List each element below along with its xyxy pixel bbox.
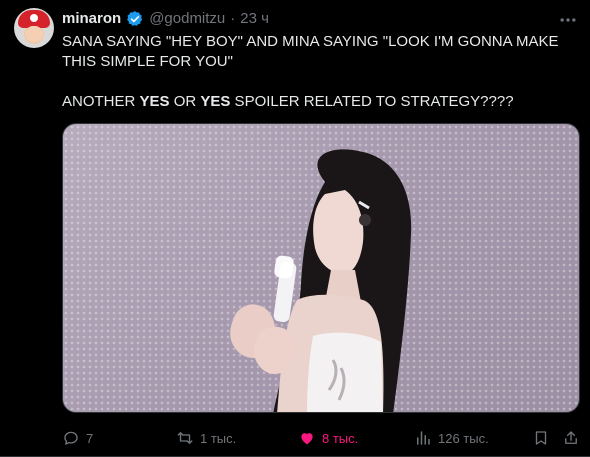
more-horizontal-icon[interactable]: [558, 10, 578, 33]
text-bold-yes-2: YES: [200, 93, 231, 110]
avatar[interactable]: [14, 8, 54, 48]
text-segment: SPOILER RELATED TO STRATEGY????: [230, 93, 514, 110]
separator-dot: ·: [230, 10, 236, 27]
avatar-face: [25, 26, 43, 42]
media-image[interactable]: [62, 123, 580, 413]
repost-button[interactable]: 1 тыс.: [176, 428, 236, 448]
text-segment: ANOTHER: [62, 93, 140, 110]
photo-performer-on-stage: [230, 149, 412, 412]
reply-icon: [64, 431, 78, 445]
like-button[interactable]: 8 тыс.: [298, 428, 358, 448]
tweet-text: SANA SAYING "HEY BOY" AND MINA SAYING "L…: [62, 32, 577, 112]
text-bold-yes-1: YES: [139, 93, 170, 110]
verified-badge-icon: [126, 10, 144, 28]
author-handle[interactable]: @godmitzu: [149, 9, 225, 29]
share-button[interactable]: [562, 428, 580, 448]
views-count: 126 тыс.: [438, 430, 489, 446]
tweet[interactable]: minaron @godmitzu · 23 ч SANA SAYING "HE…: [0, 0, 590, 457]
views-button[interactable]: 126 тыс.: [414, 428, 489, 448]
tweet-text-line-2: ANOTHER YES OR YES SPOILER RELATED TO ST…: [62, 92, 577, 112]
bookmark-button[interactable]: [532, 428, 550, 448]
post-time[interactable]: 23 ч: [240, 9, 269, 29]
share-icon: [565, 431, 577, 444]
reply-button[interactable]: 7: [62, 428, 93, 448]
tweet-header: minaron @godmitzu · 23 ч: [62, 9, 269, 29]
like-count: 8 тыс.: [322, 430, 359, 446]
reply-count: 7: [86, 430, 94, 446]
text-segment: OR: [169, 93, 201, 110]
tweet-text-line-1: SANA SAYING "HEY BOY" AND MINA SAYING "L…: [62, 33, 559, 70]
heart-filled-icon: [301, 433, 313, 445]
author-name[interactable]: minaron: [62, 9, 121, 29]
bookmark-icon: [535, 431, 547, 445]
action-bar: 7 1 тыс. 8 тыс. 126 тыс.: [62, 428, 580, 448]
repost-count: 1 тыс.: [200, 430, 237, 446]
repost-icon: [177, 432, 193, 444]
views-chart-icon: [417, 431, 430, 445]
